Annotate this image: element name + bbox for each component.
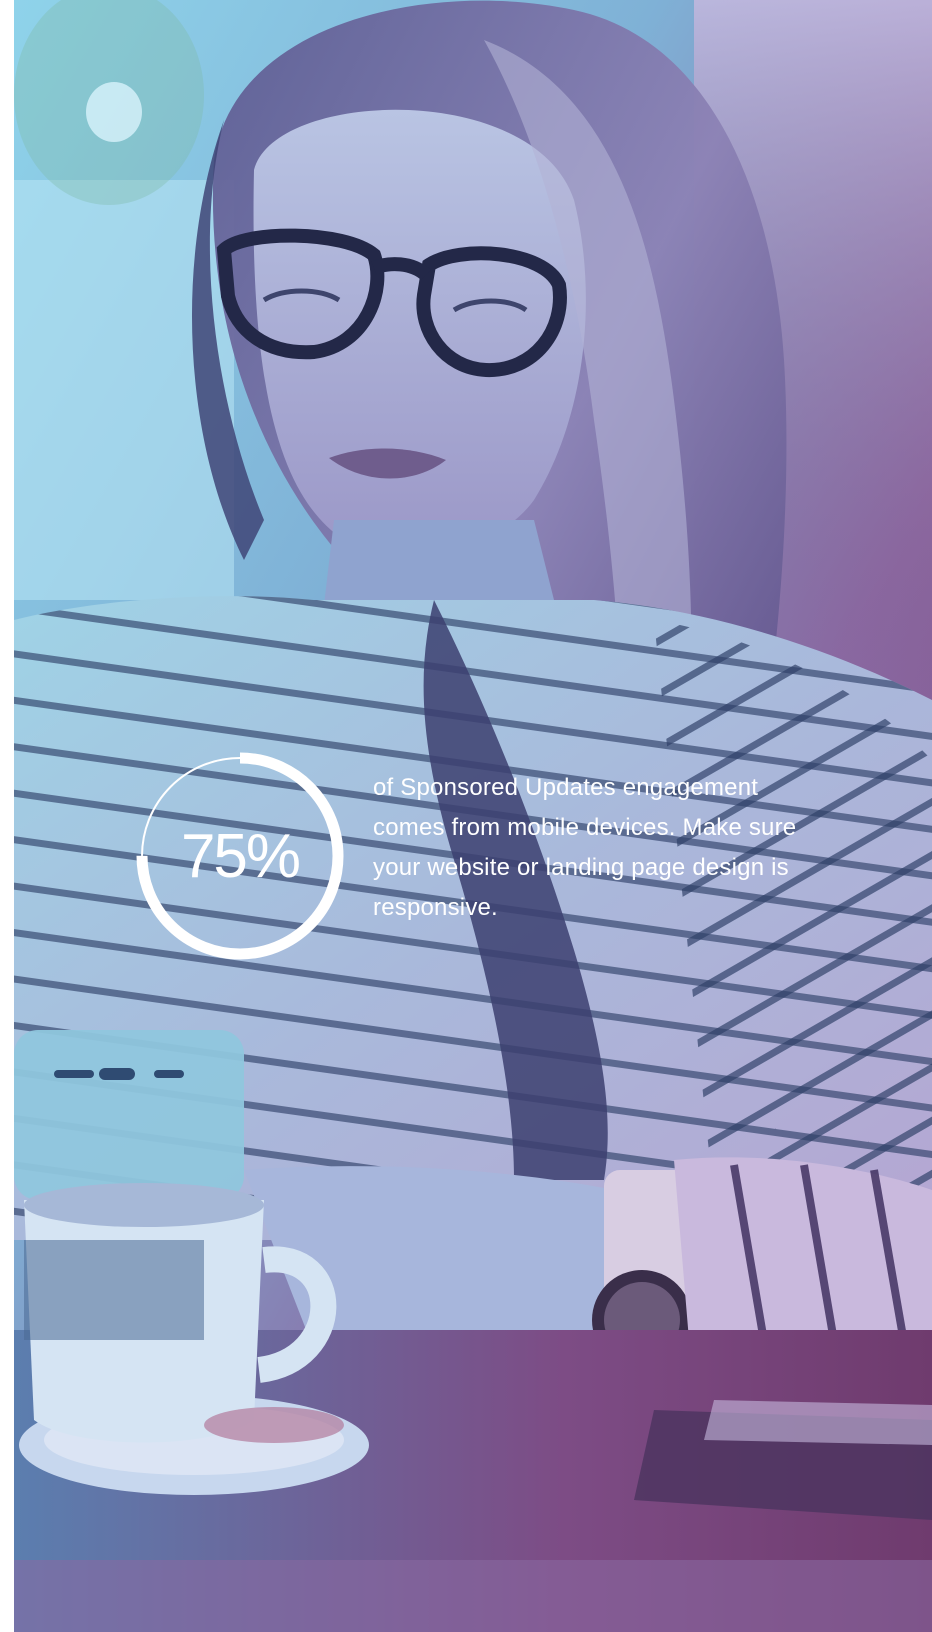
infographic-page: 75% of Sponsored Updates engagement come… xyxy=(0,0,932,1632)
stat-donut: 75% xyxy=(132,748,348,964)
stat-percentage: 75% xyxy=(180,821,301,891)
stat-caption: of Sponsored Updates engagement comes fr… xyxy=(373,774,797,921)
left-margin-strip xyxy=(0,0,14,1632)
